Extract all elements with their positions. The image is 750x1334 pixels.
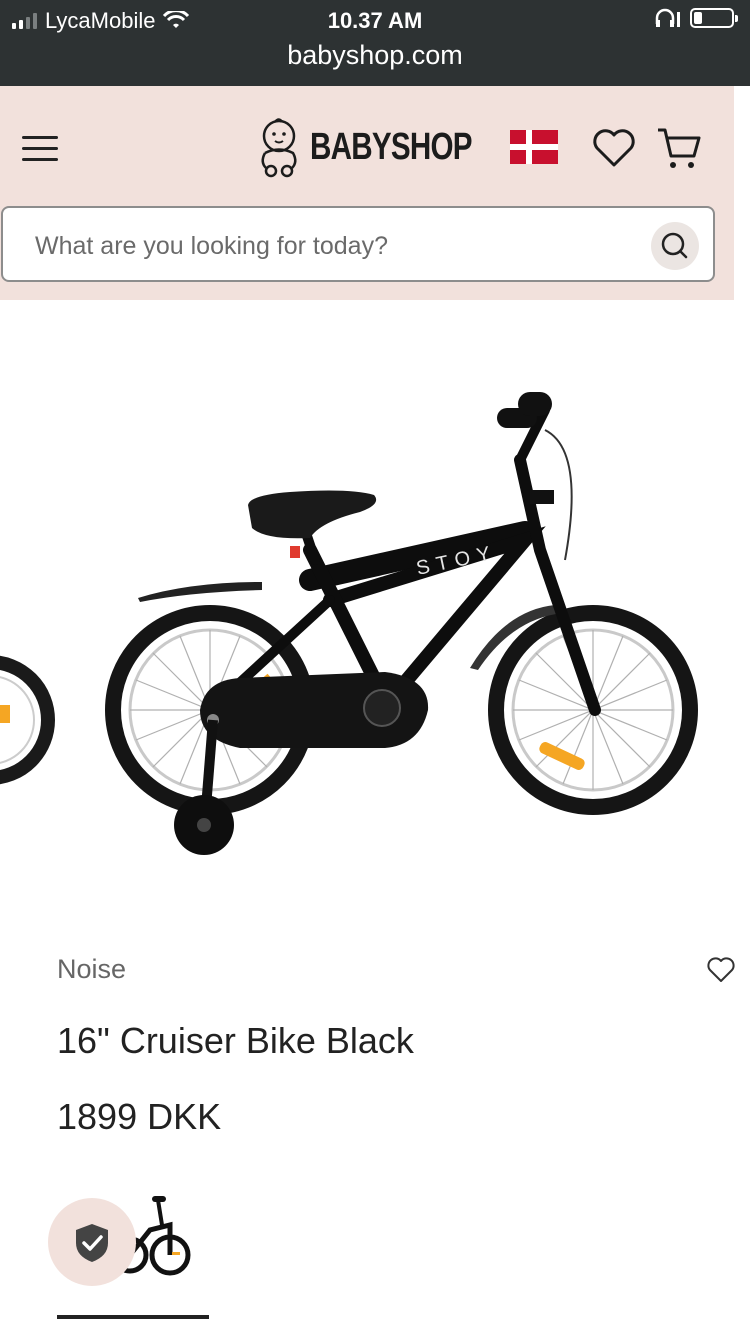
bike-seat [248, 490, 377, 539]
rear-fender [138, 582, 262, 602]
denmark-flag-icon[interactable] [510, 130, 558, 164]
previous-image-peek [0, 655, 55, 785]
product-brand[interactable]: Noise [57, 954, 126, 985]
search-icon [661, 232, 688, 259]
rear-reflector [290, 546, 300, 558]
logo-text: BABYSHOP [310, 125, 473, 168]
search-button[interactable] [651, 222, 699, 270]
trust-badge-button[interactable] [48, 1198, 136, 1286]
cart-icon[interactable] [656, 126, 702, 172]
wishlist-heart-icon[interactable] [706, 956, 736, 984]
heart-icon[interactable] [592, 128, 636, 168]
search-bar [1, 206, 715, 282]
site-header: BABYSHOP [0, 86, 734, 300]
babyshop-logo[interactable]: BABYSHOP [256, 116, 517, 178]
product-title: 16" Cruiser Bike Black [57, 1020, 414, 1061]
bike-frame [205, 405, 601, 716]
menu-icon[interactable] [22, 136, 58, 162]
battery-icon [690, 8, 738, 28]
product-image[interactable]: STOY [0, 300, 750, 920]
shield-check-icon [76, 1224, 108, 1262]
status-right [654, 8, 738, 28]
product-price: 1899 DKK [57, 1096, 222, 1137]
browser-status-bar: LycaMobile 10.37 AM babyshop.com [0, 0, 750, 86]
baby-logo-icon [261, 118, 297, 178]
home-indicator [57, 1315, 209, 1319]
search-input[interactable] [33, 226, 637, 266]
address-bar-url[interactable]: babyshop.com [0, 40, 750, 71]
headphones-icon [655, 8, 680, 27]
status-time: 10.37 AM [327, 8, 423, 33]
